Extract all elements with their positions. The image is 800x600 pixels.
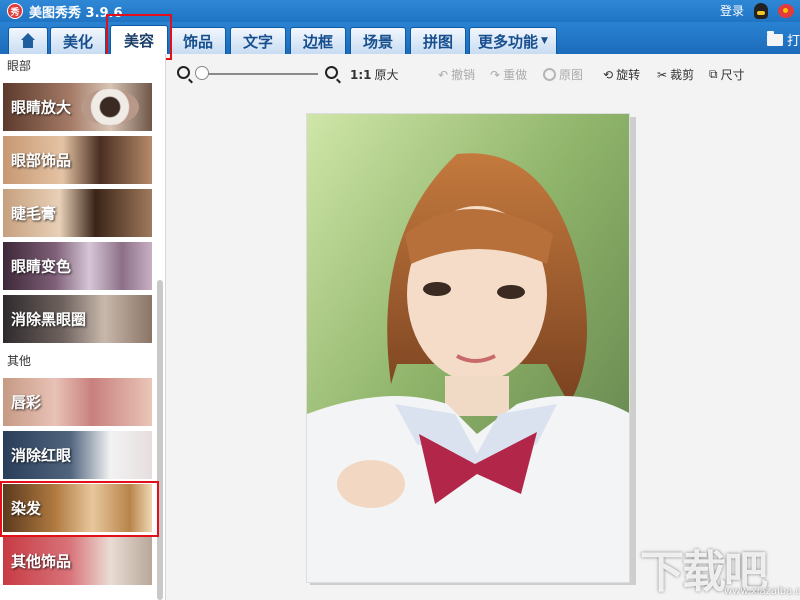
zoom-in-button[interactable] — [325, 66, 338, 79]
feature-hair-dye[interactable]: 染发 — [3, 484, 152, 532]
zoom-in-icon — [325, 66, 338, 79]
app-logo-text: 秀 — [10, 7, 20, 18]
tab-frame[interactable]: 边框 — [290, 27, 346, 54]
original-image-icon — [543, 68, 556, 81]
undo-label: 撤销 — [451, 68, 476, 82]
section-heading-other: 其他 — [7, 354, 32, 368]
rotate-label: 旋转 — [616, 68, 641, 82]
feature-label: 其他饰品 — [11, 552, 72, 571]
crop-icon: ✂ — [657, 67, 668, 82]
weibo-icon[interactable] — [778, 3, 794, 18]
feature-dark-circles[interactable]: 消除黑眼圈 — [3, 295, 152, 343]
original-image-button[interactable]: 原图 — [543, 66, 583, 83]
feature-other-accessories[interactable]: 其他饰品 — [3, 537, 152, 585]
feature-label: 眼睛放大 — [11, 98, 72, 117]
tab-label: 美化 — [62, 32, 93, 51]
tab-text[interactable]: 文字 — [230, 27, 286, 54]
zoom-slider-handle[interactable] — [195, 66, 209, 80]
undo-button[interactable]: ↶ 撤销 — [438, 66, 475, 83]
tab-accessories[interactable]: 饰品 — [170, 27, 226, 54]
hand-shape — [337, 460, 405, 508]
original-size-button[interactable]: 1:1 原大 — [350, 66, 399, 83]
login-link[interactable]: 登录 — [720, 2, 744, 19]
folder-icon — [766, 30, 783, 46]
original-image-label: 原图 — [559, 68, 584, 82]
canvas-area[interactable] — [167, 92, 800, 600]
chevron-down-icon: ▼ — [541, 36, 548, 46]
feature-eye-accessories[interactable]: 眼部饰品 — [3, 136, 152, 184]
feature-label: 唇彩 — [11, 393, 42, 412]
section-heading-eye: 眼部 — [7, 59, 32, 73]
ratio-label: 1:1 — [350, 67, 372, 82]
portrait-photo — [307, 114, 629, 582]
tab-beautify[interactable]: 美化 — [50, 27, 106, 54]
tab-label: 更多功能 — [478, 32, 539, 51]
feature-label: 睫毛膏 — [11, 204, 57, 223]
left-eye — [423, 282, 451, 296]
main-tab-bar: 美化 美容 饰品 文字 边框 场景 拼图 更多功能 ▼ 打 — [0, 22, 800, 54]
original-size-label: 原大 — [374, 68, 399, 82]
feature-lip-color[interactable]: 唇彩 — [3, 378, 152, 426]
app-logo-icon: 秀 — [7, 3, 23, 19]
redo-label: 重做 — [503, 68, 528, 82]
open-label: 打 — [786, 34, 800, 49]
tab-label: 美容 — [123, 31, 154, 50]
size-icon: ⧉ — [709, 67, 718, 81]
tab-collage[interactable]: 拼图 — [410, 27, 466, 54]
redo-icon: ↷ — [490, 67, 501, 82]
right-eye — [497, 285, 525, 299]
size-label: 尺寸 — [720, 68, 745, 82]
open-button[interactable]: 打 — [766, 30, 800, 49]
tab-home[interactable] — [8, 27, 48, 54]
image-toolbar: 1:1 原大 ↶ 撤销 ↷ 重做 原图 ⟲ 旋转 ✂ 裁剪 ⧉ 尺寸 — [167, 54, 800, 92]
title-right-area: 登录 — [720, 2, 794, 19]
app-title: 美图秀秀 3.9.6 — [29, 5, 123, 21]
tab-more-features[interactable]: 更多功能 ▼ — [469, 27, 557, 54]
crop-button[interactable]: ✂ 裁剪 — [657, 66, 694, 83]
feature-eye-enlarge[interactable]: 眼睛放大 — [3, 83, 152, 131]
rotate-button[interactable]: ⟲ 旋转 — [603, 66, 640, 83]
neck-shape — [445, 376, 509, 416]
home-icon — [20, 33, 36, 49]
size-button[interactable]: ⧉ 尺寸 — [709, 66, 745, 83]
undo-icon: ↶ — [438, 67, 449, 82]
photo[interactable] — [306, 113, 630, 583]
feature-eye-color[interactable]: 眼睛变色 — [3, 242, 152, 290]
eye-thumbnail — [81, 89, 139, 125]
tab-label: 饰品 — [182, 32, 213, 51]
tab-scene[interactable]: 场景 — [350, 27, 406, 54]
qq-icon[interactable] — [754, 2, 768, 19]
zoom-out-button[interactable] — [177, 66, 190, 79]
title-bar: 秀 美图秀秀 3.9.6 登录 — [0, 0, 800, 22]
watermark-url: www.xiazaiba.com — [724, 586, 800, 597]
rotate-icon: ⟲ — [603, 67, 614, 82]
redo-button[interactable]: ↷ 重做 — [490, 66, 527, 83]
tab-cosmetic[interactable]: 美容 — [110, 25, 168, 54]
feature-label: 消除红眼 — [11, 446, 72, 465]
feature-label: 消除黑眼圈 — [11, 310, 87, 329]
tab-label: 场景 — [362, 32, 393, 51]
sidebar: 眼部 眼睛放大 眼部饰品 睫毛膏 眼睛变色 消除黑眼圈 其他 唇彩 消除红眼 染… — [0, 54, 166, 600]
tab-label: 边框 — [302, 32, 333, 51]
feature-red-eye[interactable]: 消除红眼 — [3, 431, 152, 479]
sidebar-scrollbar[interactable] — [157, 280, 163, 600]
feature-mascara[interactable]: 睫毛膏 — [3, 189, 152, 237]
zoom-out-icon — [177, 66, 190, 79]
feature-label: 眼睛变色 — [11, 257, 72, 276]
crop-label: 裁剪 — [670, 68, 695, 82]
tab-label: 文字 — [242, 32, 273, 51]
zoom-slider-track[interactable] — [200, 73, 318, 75]
feature-label: 染发 — [11, 499, 42, 518]
tab-label: 拼图 — [422, 32, 453, 51]
feature-label: 眼部饰品 — [11, 151, 72, 170]
